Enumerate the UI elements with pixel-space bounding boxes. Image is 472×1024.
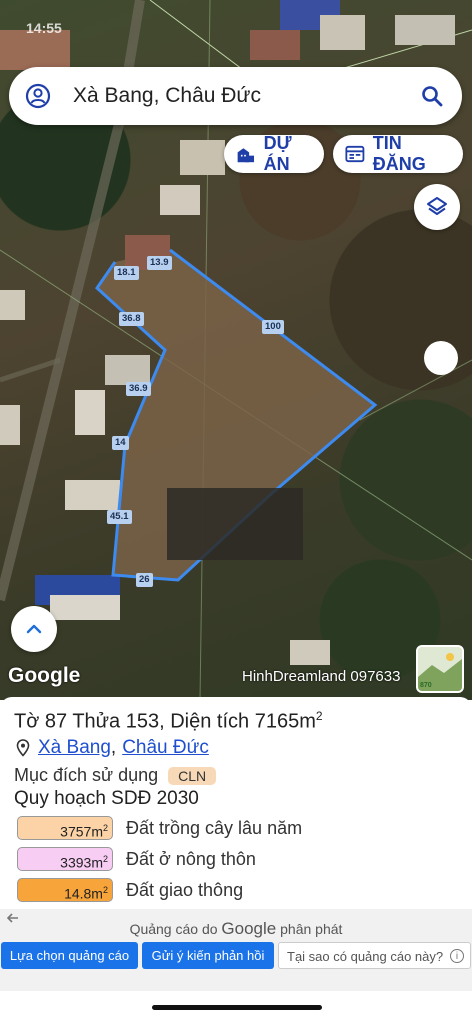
ad-attribution: Quảng cáo do Google phân phát [0, 919, 472, 939]
district-link[interactable]: Châu Đức [122, 737, 209, 759]
location-marker[interactable] [424, 341, 458, 375]
parcel-title-text: Tờ 87 Thửa 153, Diện tích 7165m [14, 710, 316, 733]
ad-choice-button[interactable]: Lựa chọn quảng cáo [1, 942, 138, 969]
zone-area-chip: 3757m2 [17, 816, 113, 840]
google-logo: Google [8, 664, 81, 687]
segment-label: 13.9 [147, 256, 172, 270]
segment-label: 18.1 [114, 266, 139, 280]
info-icon: i [450, 949, 464, 963]
du-an-label: DỰ ÁN [263, 133, 292, 174]
zone-area: 3393m [60, 854, 103, 871]
zone-area: 3757m [60, 823, 103, 840]
ad-thumbnail[interactable]: 870 [416, 645, 464, 693]
search-icon[interactable] [420, 84, 444, 108]
layers-icon [427, 197, 447, 215]
tin-dang-button[interactable]: TIN ĐĂNG [333, 133, 463, 174]
zone-area-sup: 2 [102, 885, 108, 895]
thumbnail-label: 870 [420, 682, 432, 689]
ad-bar: Quảng cáo do Google phân phát Lựa chọn q… [0, 909, 472, 991]
listing-icon [345, 145, 365, 163]
zone-area: 14.8m [64, 885, 103, 902]
commune-link[interactable]: Xà Bang [38, 737, 111, 759]
parcel-info-sheet: Tờ 87 Thửa 153, Diện tích 7165m2 Xà Bang… [0, 697, 472, 1024]
land-use-purpose: Mục đích sử dụng CLN [14, 765, 217, 786]
zone-area-chip: 3393m2 [17, 847, 113, 871]
why-this-ad-label: Tại sao có quảng cáo này? [287, 949, 444, 964]
zone-row: 14.8m2 Đất giao thông [17, 878, 243, 902]
segment-label: 100 [262, 320, 284, 334]
account-icon[interactable] [25, 83, 51, 109]
zone-name: Đất ở nông thôn [126, 848, 256, 869]
zone-row: 3757m2 Đất trồng cây lâu năm [17, 816, 302, 840]
ad-feedback-button[interactable]: Gửi ý kiến phản hồi [142, 942, 274, 969]
why-this-ad-button[interactable]: Tại sao có quảng cáo này? i [278, 942, 471, 969]
map-view[interactable]: 18.1 13.9 100 36.8 36.9 14 45.1 26 14:55… [0, 0, 472, 700]
search-query[interactable]: Xà Bang, Châu Đức [73, 84, 420, 108]
expand-up-button[interactable] [11, 606, 57, 652]
ad-by-suffix: phân phát [280, 921, 343, 937]
search-bar[interactable]: Xà Bang, Châu Đức [9, 67, 462, 125]
zone-name: Đất giao thông [126, 879, 244, 900]
parcel-title-sup: 2 [315, 709, 323, 723]
segment-label: 14 [112, 436, 129, 450]
zone-area-sup: 2 [102, 823, 108, 833]
du-an-button[interactable]: DỰ ÁN [224, 133, 324, 174]
segment-label: 45.1 [107, 510, 132, 524]
ad-by-prefix: Quảng cáo do [129, 921, 218, 937]
location-separator: , [110, 737, 117, 758]
home-indicator [152, 1005, 322, 1010]
zone-name: Đất trồng cây lâu năm [126, 817, 303, 838]
purpose-code-badge: CLN [168, 766, 217, 785]
plan-title: Quy hoạch SDĐ 2030 [14, 788, 199, 809]
segment-label: 36.9 [126, 382, 151, 396]
segment-label: 26 [136, 573, 153, 587]
layers-button[interactable] [414, 184, 460, 230]
watermark: HinhDreamland 097633 [242, 668, 401, 685]
zone-area-chip: 14.8m2 [17, 878, 113, 902]
chevron-up-icon [26, 624, 42, 634]
zone-row: 3393m2 Đất ở nông thôn [17, 847, 256, 871]
parcel-location: Xà Bang, Châu Đức [16, 737, 209, 759]
location-pin-icon [16, 739, 30, 757]
building-icon [237, 148, 255, 163]
blurred-region [167, 488, 303, 560]
ad-by-brand: Google [221, 919, 277, 938]
tin-dang-label: TIN ĐĂNG [372, 133, 426, 174]
zone-area-sup: 2 [102, 854, 108, 864]
segment-label: 36.8 [119, 312, 144, 326]
status-time: 14:55 [26, 20, 62, 36]
purpose-label: Mục đích sử dụng [14, 765, 159, 785]
parcel-title: Tờ 87 Thửa 153, Diện tích 7165m2 [14, 709, 323, 734]
